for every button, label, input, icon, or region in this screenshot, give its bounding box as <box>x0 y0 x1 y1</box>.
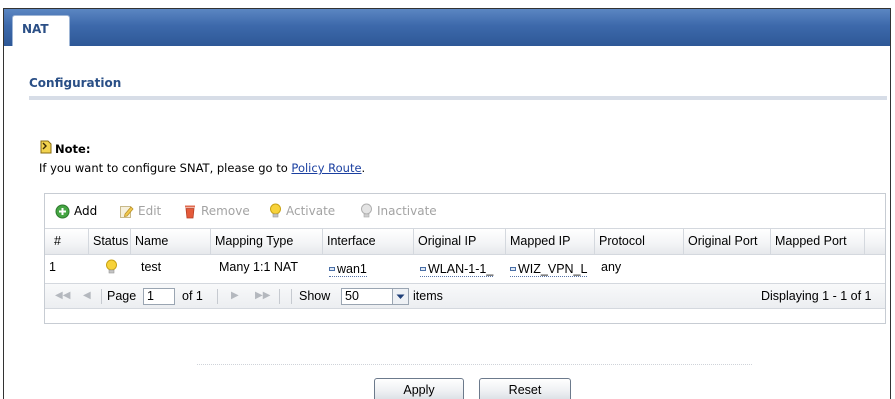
pager-separator <box>291 289 292 304</box>
interface-value: wan1 <box>337 261 367 276</box>
add-icon <box>55 204 70 218</box>
lightbulb-off-icon <box>361 203 372 218</box>
col-filler <box>865 229 885 254</box>
show-label: Show <box>299 289 331 303</box>
col-mapping-type[interactable]: Mapping Type <box>211 229 323 254</box>
inactivate-button[interactable]: Inactivate <box>360 203 437 219</box>
object-icon <box>420 267 426 271</box>
next-page-icon[interactable]: ▶ <box>231 284 239 308</box>
prev-page-icon[interactable]: ◀ <box>83 284 91 308</box>
col-status[interactable]: Status <box>89 229 131 254</box>
cell-original-ip[interactable]: WLAN-1-1_ <box>416 256 506 279</box>
pager-separator <box>279 289 280 304</box>
original-ip-value: WLAN-1-1_ <box>428 261 494 276</box>
apply-button[interactable]: Apply <box>374 378 464 399</box>
inactivate-label: Inactivate <box>377 204 437 218</box>
col-original-port[interactable]: Original Port <box>684 229 771 254</box>
last-page-icon[interactable]: ▶▶ <box>255 284 270 308</box>
pagination-bar: ◀◀ ◀ Page 1 of 1 ▶ ▶▶ Show 50 items Disp… <box>45 283 885 309</box>
footer-divider <box>197 364 752 365</box>
cell-protocol: any <box>601 260 622 274</box>
page-number-input[interactable]: 1 <box>143 288 175 305</box>
object-icon <box>329 267 335 271</box>
add-button[interactable]: Add <box>55 203 97 219</box>
remove-label: Remove <box>201 204 250 218</box>
lightbulb-on-icon <box>270 203 281 218</box>
cell-interface[interactable]: wan1 <box>325 256 414 279</box>
remove-button[interactable]: Remove <box>183 203 250 219</box>
add-label: Add <box>74 204 98 218</box>
cell-mapping-type: Many 1:1 NAT <box>219 260 298 274</box>
nat-rules-panel: Add Edit Remove Activate Inactivate # St… <box>44 193 886 324</box>
mapped-ip-value: WIZ_VPN_L <box>518 261 588 276</box>
col-protocol[interactable]: Protocol <box>595 229 684 254</box>
col-name[interactable]: Name <box>131 229 211 254</box>
interface-object-link[interactable]: wan1 <box>329 261 367 277</box>
page-of-label: of 1 <box>182 289 203 303</box>
page-size-select[interactable]: 50 <box>341 288 409 305</box>
col-mapped-port[interactable]: Mapped Port <box>771 229 865 254</box>
cell-original-port <box>684 256 771 279</box>
activate-button[interactable]: Activate <box>269 203 335 219</box>
displaying-status: Displaying 1 - 1 of 1 <box>761 289 872 303</box>
original-ip-object-link[interactable]: WLAN-1-1_ <box>420 261 494 277</box>
items-label: items <box>413 289 443 303</box>
note-text: If you want to configure SNAT, please go… <box>39 161 365 175</box>
page-label: Page <box>107 289 137 303</box>
toolbar: Add Edit Remove Activate Inactivate <box>45 194 885 228</box>
tab-nat[interactable]: NAT <box>12 15 70 46</box>
cell-status <box>105 256 129 279</box>
cell-mapped-ip[interactable]: WIZ_VPN_L <box>506 256 595 279</box>
cell-name: test <box>141 260 162 274</box>
col-interface[interactable]: Interface <box>323 229 414 254</box>
figure-caption-fragment <box>0 0 895 8</box>
object-icon <box>510 267 516 271</box>
policy-route-link[interactable]: Policy Route <box>291 161 361 175</box>
reset-button[interactable]: Reset <box>479 378 571 399</box>
edit-button[interactable]: Edit <box>119 203 161 219</box>
note-label: Note: <box>55 142 91 156</box>
note-text-before: If you want to configure SNAT, please go… <box>39 161 292 175</box>
col-original-ip[interactable]: Original IP <box>414 229 506 254</box>
col-index[interactable]: # <box>45 229 89 254</box>
page-size-value: 50 <box>345 289 359 303</box>
cell-mapped-port <box>771 256 865 279</box>
first-page-icon[interactable]: ◀◀ <box>55 284 70 308</box>
table-row[interactable]: 1 test Many 1:1 NAT wan1 WLAN-1-1_ WIZ_V… <box>45 256 885 279</box>
edit-icon <box>120 205 134 218</box>
chevron-down-icon[interactable] <box>392 289 408 304</box>
col-mapped-ip[interactable]: Mapped IP <box>506 229 595 254</box>
app-window: NAT Configuration Note: If you want to c… <box>3 8 891 399</box>
edit-label: Edit <box>138 204 162 218</box>
activate-label: Activate <box>286 204 336 218</box>
note-text-after: . <box>361 161 366 175</box>
pager-separator <box>217 289 218 304</box>
section-divider <box>29 96 887 100</box>
tab-bar: NAT <box>4 9 890 46</box>
note-icon <box>40 140 52 154</box>
table-header: # Status Name Mapping Type Interface Ori… <box>45 228 885 255</box>
section-title: Configuration <box>29 76 122 90</box>
cell-index: 1 <box>49 260 56 274</box>
trash-icon <box>185 205 195 218</box>
pager-separator <box>101 289 102 304</box>
status-active-icon <box>106 259 117 274</box>
mapped-ip-object-link[interactable]: WIZ_VPN_L <box>510 261 588 277</box>
